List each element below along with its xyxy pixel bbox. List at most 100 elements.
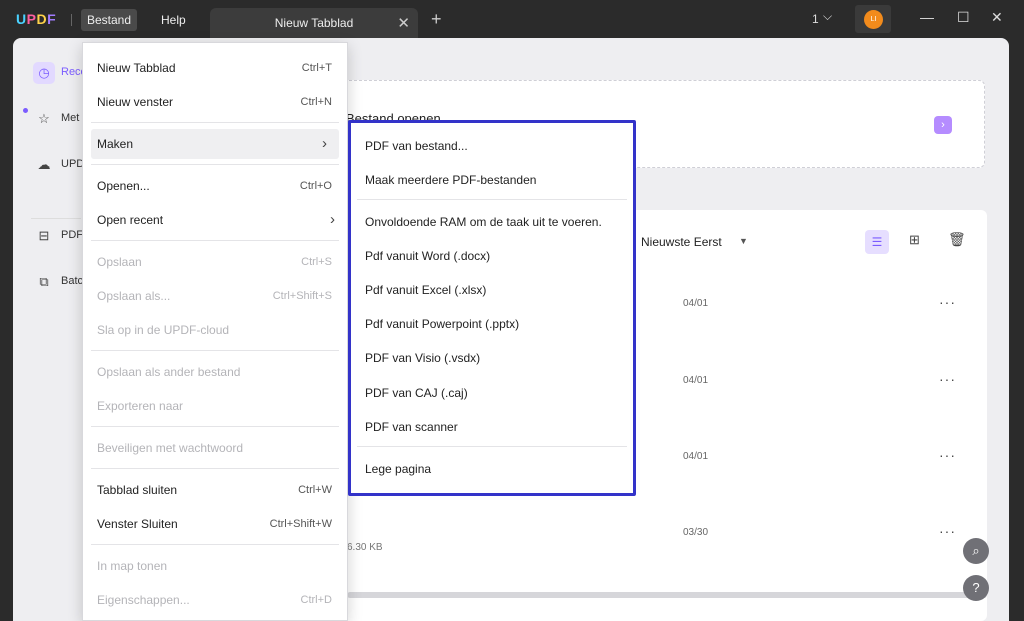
submenu-item-pdf-from-scanner[interactable]: PDF van scanner bbox=[351, 412, 633, 442]
cloud-icon: ☁ bbox=[37, 157, 51, 172]
submenu-item-blank-page[interactable]: Lege pagina bbox=[351, 454, 633, 484]
menu-item-save-as[interactable]: Opslaan als... Ctrl+Shift+S bbox=[83, 281, 347, 311]
submenu-item-label: Pdf vanuit Excel (.xlsx) bbox=[365, 283, 487, 297]
menu-item-label: Eigenschappen... bbox=[97, 593, 190, 607]
file-date: 04/01 bbox=[683, 298, 709, 309]
maximize-icon[interactable]: ☐ bbox=[957, 9, 970, 26]
title-bar: UPDF Bestand Help Nieuw Tabblad ✕ + 1 ⌵ … bbox=[0, 0, 1024, 38]
menu-item-open-recent[interactable]: Open recent › bbox=[83, 205, 347, 235]
horizontal-scrollbar[interactable] bbox=[347, 592, 987, 598]
chevron-right-icon: › bbox=[330, 211, 335, 228]
menu-item-label: Exporteren naar bbox=[97, 399, 184, 413]
menu-item-label: Nieuw Tabblad bbox=[97, 61, 176, 75]
layers-icon: ⧉ bbox=[39, 274, 49, 289]
chevron-right-icon: › bbox=[322, 135, 327, 152]
submenu-item-pdf-from-file[interactable]: PDF van bestand... bbox=[351, 131, 633, 161]
menu-item-label: Maken bbox=[97, 137, 134, 151]
menu-item-label: Beveiligen met wachtwoord bbox=[97, 441, 244, 455]
menu-item-shortcut: Ctrl+T bbox=[301, 62, 332, 74]
submenu-divider bbox=[357, 446, 627, 447]
menu-item-show-in-folder[interactable]: In map tonen bbox=[83, 551, 347, 581]
menu-item-shortcut: Ctrl+O bbox=[299, 180, 332, 192]
grid-view-icon[interactable]: ⊞ bbox=[909, 232, 920, 248]
more-icon[interactable]: ··· bbox=[939, 447, 956, 463]
search-icon[interactable]: ⌕ bbox=[963, 538, 989, 564]
submenu-item-pdf-from-caj[interactable]: PDF van CAJ (.caj) bbox=[351, 378, 633, 408]
menu-item-label: In map tonen bbox=[97, 559, 168, 573]
menu-divider bbox=[91, 426, 339, 427]
create-submenu: PDF van bestand... Maak meerdere PDF-bes… bbox=[348, 120, 636, 496]
submenu-item-label: Lege pagina bbox=[365, 462, 432, 476]
submenu-item-pdf-from-excel[interactable]: Pdf vanuit Excel (.xlsx) bbox=[351, 275, 633, 305]
sidebar-item-label: PDF bbox=[61, 229, 83, 241]
chevron-right-icon[interactable]: › bbox=[934, 116, 952, 134]
minimize-icon[interactable]: — bbox=[920, 9, 934, 25]
menu-divider bbox=[91, 544, 339, 545]
menu-item-properties[interactable]: Eigenschappen... Ctrl+D bbox=[83, 585, 347, 615]
submenu-item-label: PDF van bestand... bbox=[365, 139, 468, 153]
submenu-item-multiple-pdfs[interactable]: Maak meerdere PDF-bestanden bbox=[351, 165, 633, 195]
menu-item-save-cloud[interactable]: Sla op in de UPDF-cloud bbox=[83, 315, 347, 345]
menu-item-shortcut: Ctrl+N bbox=[300, 96, 332, 108]
menu-item-close-tab[interactable]: Tabblad sluiten Ctrl+W bbox=[83, 475, 347, 505]
menu-item-label: Venster Sluiten bbox=[97, 517, 178, 531]
menu-bestand[interactable]: Bestand bbox=[81, 9, 138, 31]
submenu-item-pdf-from-powerpoint[interactable]: Pdf vanuit Powerpoint (.pptx) bbox=[351, 309, 633, 339]
menu-divider bbox=[91, 122, 339, 123]
menu-item-new-tab[interactable]: Nieuw Tabblad Ctrl+T bbox=[83, 53, 347, 83]
menu-divider bbox=[91, 350, 339, 351]
briefcase-icon: ⊟ bbox=[38, 228, 50, 243]
submenu-item-label: PDF van scanner bbox=[365, 420, 458, 434]
trash-icon[interactable]: 🗑 bbox=[948, 231, 966, 248]
updf-logo: UPDF bbox=[16, 11, 57, 27]
submenu-item-pdf-from-visio[interactable]: PDF van Visio (.vsdx) bbox=[351, 343, 633, 373]
menu-item-label: Tabblad sluiten bbox=[97, 483, 178, 497]
menu-item-new-window[interactable]: Nieuw venster Ctrl+N bbox=[83, 87, 347, 117]
menu-item-shortcut: Ctrl+Shift+W bbox=[269, 518, 332, 530]
help-icon[interactable]: ? bbox=[963, 575, 989, 601]
sort-dropdown[interactable]: Nieuwste Eerst bbox=[641, 235, 722, 249]
menu-item-export[interactable]: Exporteren naar bbox=[83, 391, 347, 421]
menu-help[interactable]: Help bbox=[155, 9, 192, 31]
tab-nieuw-tabblad[interactable]: Nieuw Tabblad ✕ bbox=[210, 8, 418, 38]
menu-divider bbox=[91, 164, 339, 165]
more-icon[interactable]: ··· bbox=[939, 294, 956, 310]
add-tab-icon[interactable]: + bbox=[431, 9, 442, 30]
submenu-item-pdf-from-word[interactable]: Pdf vanuit Word (.docx) bbox=[351, 241, 633, 271]
avatar: LI bbox=[864, 10, 883, 29]
menu-item-shortcut: Ctrl+W bbox=[298, 484, 332, 496]
menu-item-close-window[interactable]: Venster Sluiten Ctrl+Shift+W bbox=[83, 509, 347, 539]
menu-item-save-as-other[interactable]: Opslaan als ander bestand bbox=[83, 357, 347, 387]
caret-down-icon[interactable]: ▼ bbox=[739, 236, 748, 246]
list-view-icon[interactable]: ☰ bbox=[865, 230, 889, 254]
file-size: 6.30 KB bbox=[347, 542, 383, 553]
submenu-item-label: PDF van Visio (.vsdx) bbox=[365, 351, 481, 365]
close-window-icon[interactable]: ✕ bbox=[991, 9, 1003, 26]
menu-item-label: Opslaan als... bbox=[97, 289, 171, 303]
tab-close-icon[interactable]: ✕ bbox=[397, 14, 410, 32]
submenu-item-low-ram[interactable]: Onvoldoende RAM om de taak uit te voeren… bbox=[351, 207, 633, 237]
menu-item-shortcut: Ctrl+Shift+S bbox=[272, 290, 332, 302]
more-icon[interactable]: ··· bbox=[939, 371, 956, 387]
file-menu: Nieuw Tabblad Ctrl+T Nieuw venster Ctrl+… bbox=[82, 42, 348, 621]
file-date: 04/01 bbox=[683, 375, 709, 386]
star-icon: ☆ bbox=[38, 111, 50, 126]
menu-item-open[interactable]: Openen... Ctrl+O bbox=[83, 171, 347, 201]
title-divider bbox=[71, 14, 72, 26]
menu-item-create[interactable]: Maken › bbox=[91, 129, 339, 159]
account-button[interactable]: LI bbox=[855, 5, 891, 33]
active-indicator bbox=[23, 108, 28, 113]
menu-item-label: Open recent bbox=[97, 213, 164, 227]
submenu-divider bbox=[357, 199, 627, 200]
window-count[interactable]: 1 bbox=[812, 12, 819, 26]
submenu-item-label: Pdf vanuit Word (.docx) bbox=[365, 249, 491, 263]
menu-item-shortcut: Ctrl+S bbox=[301, 256, 332, 268]
clock-icon: ◷ bbox=[33, 62, 55, 84]
chevron-down-icon[interactable]: ⌵ bbox=[823, 9, 832, 24]
sidebar-divider bbox=[31, 218, 81, 219]
menu-item-protect[interactable]: Beveiligen met wachtwoord bbox=[83, 433, 347, 463]
menu-item-save[interactable]: Opslaan Ctrl+S bbox=[83, 247, 347, 277]
submenu-item-label: Maak meerdere PDF-bestanden bbox=[365, 173, 537, 187]
submenu-item-label: Onvoldoende RAM om de taak uit te voeren… bbox=[365, 215, 602, 229]
more-icon[interactable]: ··· bbox=[939, 523, 956, 539]
